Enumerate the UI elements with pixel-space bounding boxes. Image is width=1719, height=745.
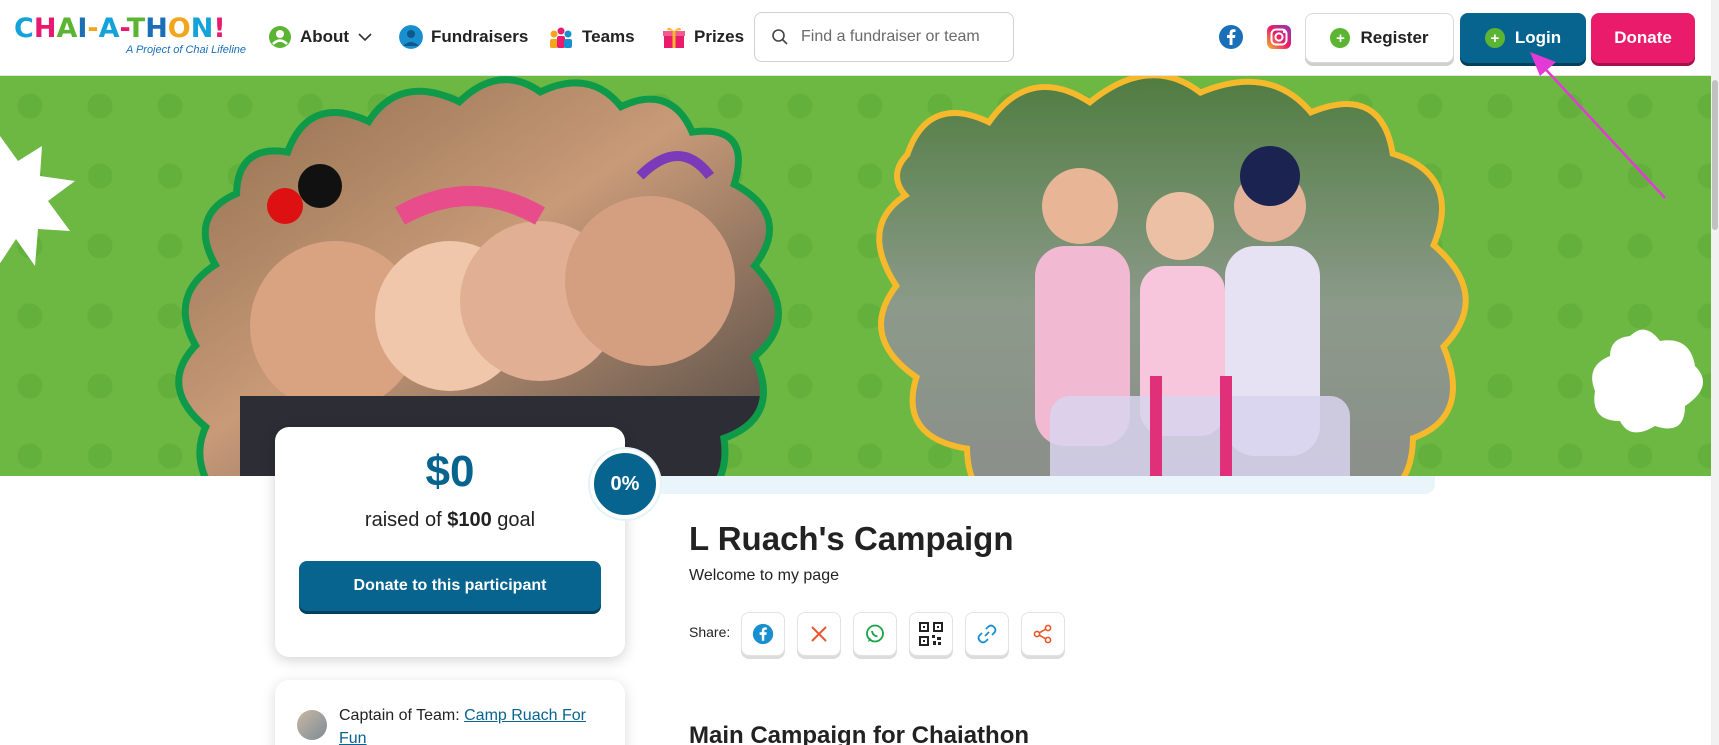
amount-raised: $0 (425, 447, 475, 496)
register-button[interactable]: + Register (1305, 13, 1454, 63)
nav-about[interactable]: About (268, 22, 373, 52)
progress-bar-track (655, 476, 1435, 494)
instagram-icon[interactable] (1266, 24, 1292, 50)
logo-title: CHAI-A-THON! (14, 13, 226, 44)
share-x-button[interactable] (797, 612, 841, 656)
campaign-photo-wheelchair (876, 76, 1469, 476)
facebook-icon[interactable] (1218, 24, 1244, 50)
login-label: Login (1514, 28, 1562, 47)
nav-fundraisers[interactable]: Fundraisers (399, 22, 528, 52)
white-blob-decoration (1592, 329, 1703, 433)
goal-suffix: goal (497, 509, 536, 531)
captain-text: Captain of Team: Camp Ruach For Fun (339, 704, 609, 745)
captain-prefix: Captain of Team: (339, 707, 460, 724)
share-facebook-button[interactable] (741, 612, 785, 656)
share-whatsapp-button[interactable] (853, 612, 897, 656)
chevron-down-icon (358, 33, 372, 42)
captain-card: Captain of Team: Camp Ruach For Fun (275, 680, 625, 745)
donation-summary-card: $0 raised of $100 goal Donate to this pa… (275, 427, 625, 657)
share-icon (1033, 624, 1052, 644)
chai-logo-icon (269, 26, 291, 48)
chai-a-thon-logo[interactable]: CHAI-A-THON! A Project of Chai Lifeline (14, 14, 246, 58)
qr-code-icon (919, 622, 943, 646)
top-navbar: CHAI-A-THON! A Project of Chai Lifeline … (0, 0, 1719, 76)
goal-text: raised of $100 goal (275, 509, 625, 532)
plus-icon: + (1330, 28, 1351, 48)
percent-badge: 0% (590, 449, 660, 519)
team-avatar (297, 710, 327, 740)
nav-prizes[interactable]: Prizes (662, 22, 744, 52)
campaign-photo-girls (175, 76, 782, 476)
search-box[interactable] (754, 12, 1014, 62)
register-label: Register (1360, 28, 1429, 47)
gift-icon (663, 27, 685, 48)
search-icon (772, 29, 788, 45)
login-button[interactable]: + Login (1460, 13, 1586, 63)
nav-prizes-label: Prizes (694, 27, 745, 46)
link-icon (977, 624, 997, 644)
share-copy-link-button[interactable] (965, 612, 1009, 656)
hero-banner (0, 76, 1711, 476)
white-starburst-decoration (0, 136, 75, 266)
donate-to-participant-button[interactable]: Donate to this participant (299, 561, 601, 611)
x-icon (811, 626, 827, 642)
page-scrollbar[interactable] (1711, 0, 1719, 745)
nav-teams[interactable]: Teams (548, 22, 635, 52)
welcome-text: Welcome to my page (689, 567, 839, 584)
nav-fundraisers-label: Fundraisers (431, 27, 529, 46)
nav-teams-label: Teams (582, 27, 635, 46)
share-more-button[interactable] (1021, 612, 1065, 656)
goal-amount: $100 (447, 509, 492, 531)
nav-about-label: About (300, 27, 350, 46)
raised-prefix: raised of (364, 509, 442, 531)
donate-label: Donate (1614, 28, 1672, 47)
campaign-title: L Ruach's Campaign (689, 520, 1014, 557)
share-qr-button[interactable] (909, 612, 953, 656)
whatsapp-icon (866, 624, 884, 643)
main-campaign-heading: Main Campaign for Chaiathon (689, 722, 1030, 745)
facebook-icon (752, 623, 774, 645)
donate-button[interactable]: Donate (1591, 13, 1695, 63)
logo-subtitle: A Project of Chai Lifeline (125, 44, 246, 56)
search-input[interactable] (801, 28, 1001, 46)
person-avatar-icon (399, 25, 423, 49)
team-icon (550, 27, 572, 48)
share-label: Share: (689, 624, 731, 640)
plus-icon: + (1484, 28, 1505, 48)
